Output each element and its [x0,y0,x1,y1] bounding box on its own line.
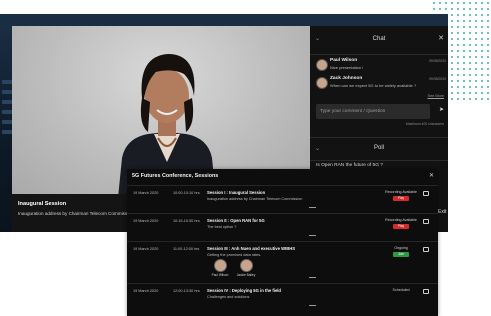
speaker-name: Jackie Bailey [236,273,256,277]
avatar [240,259,253,272]
sessions-panel: 5G Futures Conference, Sessions ✕ 19 Mar… [127,169,438,316]
session-status: Ongoing [394,246,408,250]
session-date: 19 March 2020 [133,191,159,195]
session-status: Scheduled [392,288,410,292]
nav-icon[interactable] [2,100,12,104]
chat-message-time: 09/08/2020 [429,59,446,63]
session-date: 19 March 2020 [133,247,159,251]
session-date: 19 March 2020 [133,219,159,223]
see-more-link[interactable]: See More [428,94,444,98]
close-icon[interactable]: ✕ [429,172,434,179]
calendar-icon[interactable] [423,219,429,224]
session-row-title: Session III : Anh Nuen and executive WIB… [207,246,296,251]
divider [309,305,316,306]
chat-message-text: When can we expect 5G to be widely avail… [330,83,417,88]
session-status: Recording Available [385,218,417,222]
session-row-description: Challenges and solutions [207,295,250,299]
nav-icon[interactable] [2,80,12,84]
session-time: 10:15-10:30 hrs [173,219,200,223]
session-row[interactable]: 19 March 2020 10:15-10:30 hrs Session II… [127,213,438,242]
session-row[interactable]: 19 March 2020 12:00-13:30 hrs Session IV… [127,283,438,316]
session-row[interactable]: 19 March 2020 10:00-10:10 hrs Session I … [127,185,438,214]
session-row[interactable]: 19 March 2020 11:00-12:00 hrs Session II… [127,241,438,284]
nav-icon[interactable] [2,110,12,114]
divider [309,235,316,236]
session-status: Recording Available [385,190,417,194]
chat-message: Paul Wilson Nice presentation ! 09/08/20… [316,58,446,74]
chat-message: Zack Johnson When can we expect 5G to be… [316,76,446,92]
session-subtitle: Inauguration address by Chairman Telecom… [18,211,128,216]
divider [309,207,316,208]
divider [309,277,316,278]
close-icon[interactable]: ✕ [438,34,444,42]
chat-message-time: 09/08/2020 [429,77,446,81]
speaker-card: Jackie Bailey [231,259,261,281]
play-button[interactable]: Play [393,196,409,201]
session-row-description: The best option ? [207,225,237,229]
comment-input[interactable]: Type your comment / Question [316,104,430,119]
join-button[interactable]: Join [393,252,409,257]
calendar-icon[interactable] [423,289,429,294]
calendar-icon[interactable] [423,247,429,252]
session-row-title: Session IV : Deploying 5G in the field [207,288,281,293]
poll-header[interactable]: ⌄ Poll [310,137,448,161]
poll-title: Poll [373,145,384,151]
session-row-title: Session I : Inaugural Session [207,190,266,195]
nav-icon[interactable] [2,120,12,124]
chat-message-author: Zack Johnson [330,76,363,81]
nav-icon[interactable] [2,90,12,94]
nav-icon[interactable] [2,130,12,134]
max-characters-hint: Maximum 400 characters [405,122,444,126]
poll-question: Is Open RAN the future of 5G ? [316,163,383,168]
avatar [316,77,328,89]
session-time: 10:00-10:10 hrs [173,191,200,195]
avatar [214,259,227,272]
session-time: 11:00-12:00 hrs [173,247,200,251]
avatar [316,59,328,71]
exit-button[interactable]: Exit [438,209,446,215]
session-row-title: Session II : Open RAN for 5G [207,218,265,223]
session-row-description: Getting the promised data rates. [207,253,262,257]
play-button[interactable]: Play [393,224,409,229]
session-title: Inaugural Session [18,201,67,207]
chat-message-author: Paul Wilson [330,58,358,63]
session-row-description: Inauguration address by Chairman Telecom… [207,197,303,201]
session-time: 12:00-13:30 hrs [173,289,200,293]
chat-title: Chat [372,36,386,42]
send-icon[interactable]: ➤ [439,106,444,113]
sessions-heading: 5G Futures Conference, Sessions [132,173,219,179]
session-date: 19 March 2020 [133,289,159,293]
chat-message-text: Nice presentation ! [330,65,364,70]
chat-header[interactable]: ⌄ Chat ✕ [310,26,448,55]
calendar-icon[interactable] [423,191,429,196]
